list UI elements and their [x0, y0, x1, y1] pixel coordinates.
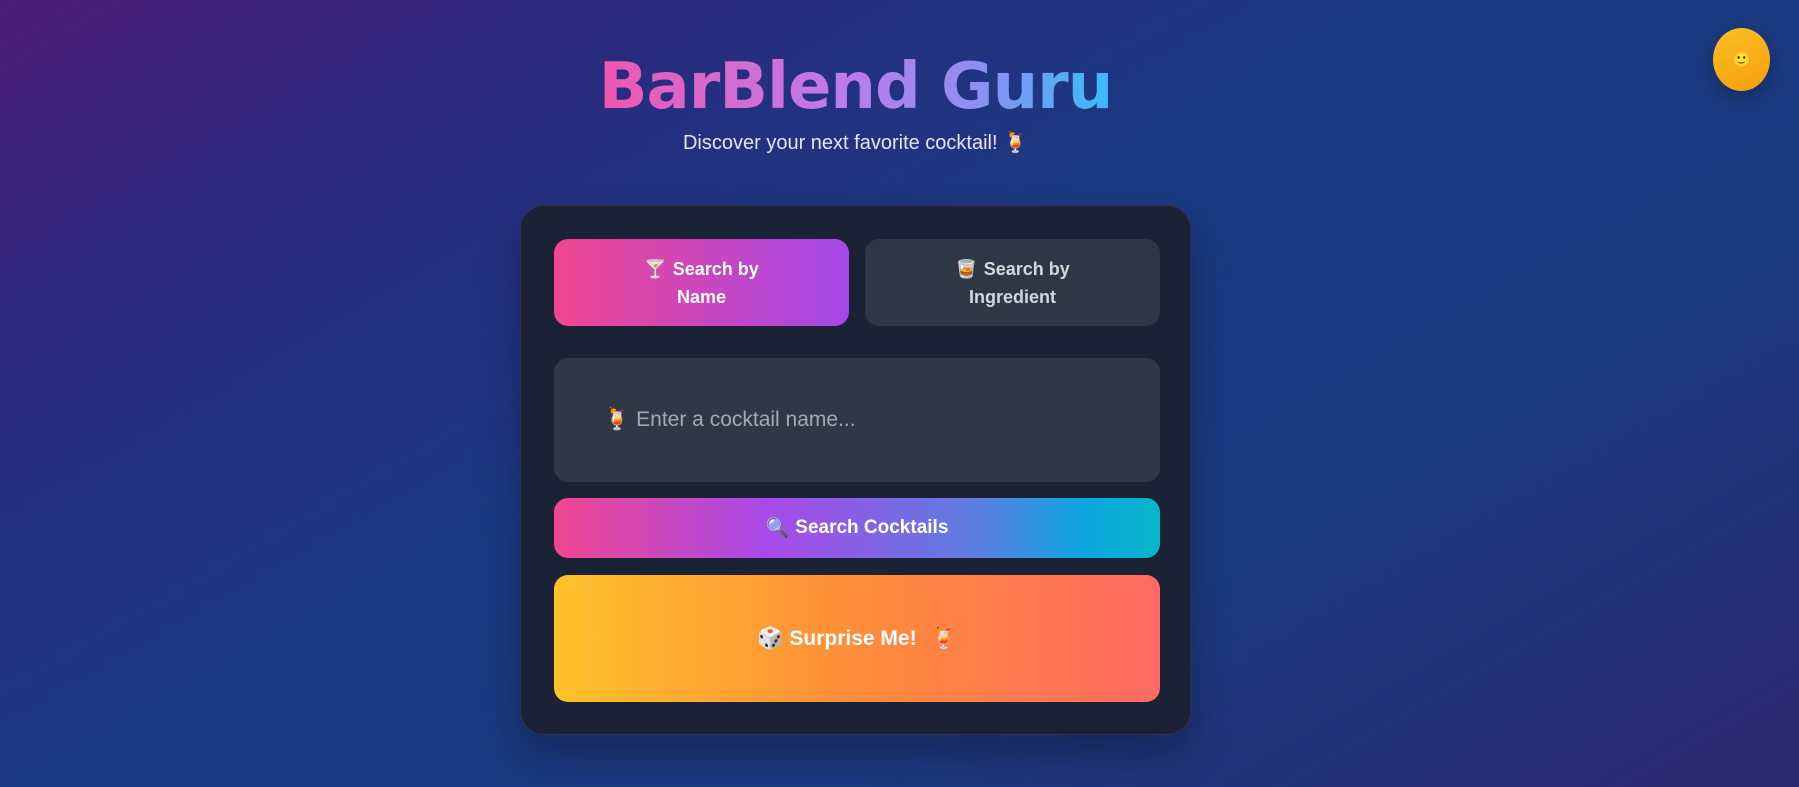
search-field[interactable]: 🍹	[554, 358, 1160, 482]
search-button-label: Search Cocktails	[795, 517, 949, 538]
sun-face-icon: 🙂	[1731, 51, 1752, 69]
page-title: BarBlend Guru	[598, 50, 1114, 124]
search-card: 🍸 Search by Name 🥃 Search by Ingredient 🍹 …	[520, 205, 1191, 735]
theme-toggle-button[interactable]: 🙂	[1713, 28, 1770, 91]
tumbler-glass-icon: 🥃	[955, 258, 978, 279]
tropical-drink-icon: 🍹	[604, 408, 631, 431]
tropical-drink-icon: 🍹	[930, 626, 957, 650]
magnifier-icon: 🔍	[765, 518, 790, 539]
tab-label: Search by Name	[672, 258, 759, 307]
surprise-button-label: Surprise Me!	[789, 626, 917, 650]
page-subtitle: Discover your next favorite cocktail! 🍹	[682, 132, 1029, 154]
dice-icon: 🎲	[757, 626, 784, 650]
tab-search-by-ingredient[interactable]: 🥃 Search by Ingredient	[865, 239, 1160, 326]
search-cocktails-button[interactable]: 🔍 Search Cocktails	[554, 498, 1160, 558]
tab-search-by-name[interactable]: 🍸 Search by Name	[554, 239, 849, 326]
cocktail-glass-icon: 🍸	[644, 258, 667, 279]
search-input[interactable]	[636, 408, 1117, 432]
surprise-me-button[interactable]: 🎲 Surprise Me! 🍹	[554, 575, 1160, 702]
tab-label: Search by Ingredient	[968, 258, 1070, 307]
